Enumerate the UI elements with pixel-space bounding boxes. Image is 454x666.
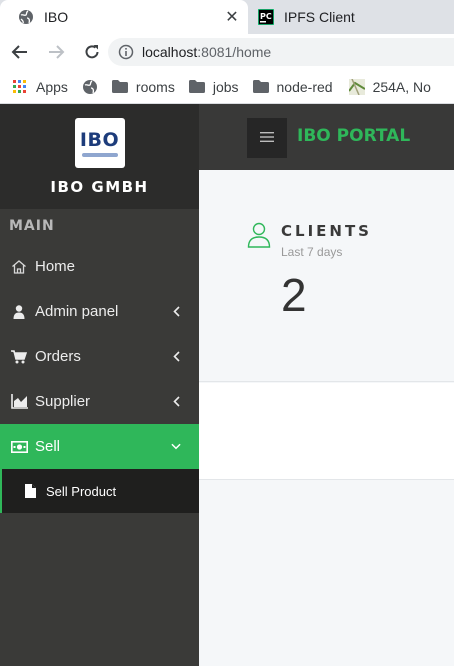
sidebar: IBO IBO GMBH MAIN Home Admin panel Order… <box>0 104 199 666</box>
sidebar-subitem-label: Sell Product <box>46 483 117 499</box>
clients-stat-card: CLIENTS Last 7 days 2 <box>199 170 454 382</box>
map-thumbnail-icon <box>348 78 365 95</box>
user-outline-icon <box>247 222 271 248</box>
pycharm-icon: PC <box>258 9 274 25</box>
bookmarks-bar: Apps rooms jobs node-red 254A, No <box>0 70 454 104</box>
apps-grid-icon <box>12 79 28 95</box>
chevron-down-icon[interactable] <box>171 439 181 453</box>
brand-name: IBO GMBH <box>50 178 149 196</box>
close-icon[interactable]: ✕ <box>224 9 240 26</box>
menu-toggle-button[interactable] <box>247 118 287 158</box>
back-arrow-icon[interactable] <box>4 36 36 68</box>
brand-block: IBO IBO GMBH <box>0 104 199 209</box>
tab-title: IPFS Client <box>284 9 355 25</box>
browser-tab-strip: IBO ✕ PC IPFS Client <box>0 0 454 34</box>
section-label-main: MAIN <box>9 218 55 234</box>
browser-toolbar: localhost:8081/home <box>0 34 454 70</box>
address-bar[interactable]: localhost:8081/home <box>108 38 454 66</box>
tab-ibo[interactable]: IBO ✕ <box>0 0 248 34</box>
sidebar-item-label: Sell <box>35 438 61 455</box>
forward-arrow-icon[interactable] <box>40 36 72 68</box>
chart-icon <box>10 393 28 411</box>
globe-icon <box>18 9 34 25</box>
bookmark-node-red[interactable]: node-red <box>252 78 333 95</box>
url-path: :8081/home <box>197 44 272 60</box>
bookmark-label: jobs <box>212 78 239 95</box>
company-logo[interactable]: IBO <box>74 118 125 168</box>
bookmark-apps[interactable]: Apps <box>12 79 68 95</box>
stat-value: 2 <box>281 269 307 321</box>
logo-tagline-mark <box>81 152 118 157</box>
bookmark-rooms[interactable]: rooms <box>111 78 175 95</box>
tab-ipfs-client[interactable]: PC IPFS Client <box>252 0 454 34</box>
logo-text: IBO <box>79 128 120 151</box>
stat-subtitle: Last 7 days <box>281 245 343 259</box>
chevron-left-icon[interactable] <box>171 349 181 363</box>
content-panel-lower <box>199 480 454 666</box>
bookmark-label: rooms <box>135 78 175 95</box>
chevron-left-icon[interactable] <box>171 394 181 408</box>
bookmark-label: 254A, No <box>372 78 431 95</box>
sidebar-item-label: Supplier <box>35 393 91 410</box>
sidebar-item-admin-panel[interactable]: Admin panel <box>0 289 199 334</box>
bookmark-label: node-red <box>276 78 333 95</box>
bookmark-map[interactable]: 254A, No <box>348 78 431 95</box>
folder-icon <box>188 79 205 95</box>
tab-title: IBO <box>44 9 69 25</box>
user-icon <box>10 303 28 321</box>
svg-text:PC: PC <box>260 12 272 21</box>
sidebar-item-label: Admin panel <box>35 303 119 320</box>
reload-icon[interactable] <box>76 36 108 68</box>
portal-title: IBO PORTAL <box>297 126 411 146</box>
url-host: localhost <box>142 44 198 60</box>
money-icon <box>10 438 28 456</box>
hamburger-icon <box>260 129 274 147</box>
bookmark-jobs[interactable]: jobs <box>188 78 239 95</box>
content-panel <box>199 383 454 480</box>
sidebar-item-home[interactable]: Home <box>0 244 199 289</box>
sidebar-item-supplier[interactable]: Supplier <box>0 379 199 424</box>
stat-title: CLIENTS <box>281 222 372 240</box>
sidebar-subitem-sell-product[interactable]: Sell Product <box>0 469 199 513</box>
file-icon <box>23 483 37 499</box>
sidebar-item-label: Home <box>35 258 76 275</box>
home-icon <box>10 258 28 276</box>
info-icon[interactable] <box>118 44 134 60</box>
folder-icon <box>111 79 128 95</box>
app-root: IBO IBO GMBH MAIN Home Admin panel Order… <box>0 104 454 666</box>
folder-icon <box>252 79 269 95</box>
top-header: IBO PORTAL <box>199 104 454 170</box>
sidebar-item-orders[interactable]: Orders <box>0 334 199 379</box>
globe-icon <box>82 79 98 95</box>
main-content: IBO PORTAL CLIENTS Last 7 days 2 <box>199 104 454 666</box>
bookmark-label: Apps <box>36 78 68 95</box>
chevron-left-icon[interactable] <box>171 304 181 318</box>
cart-icon <box>10 348 28 366</box>
sidebar-item-sell[interactable]: Sell <box>0 424 199 469</box>
bookmark-globe[interactable] <box>82 79 98 95</box>
sidebar-item-label: Orders <box>35 348 81 365</box>
